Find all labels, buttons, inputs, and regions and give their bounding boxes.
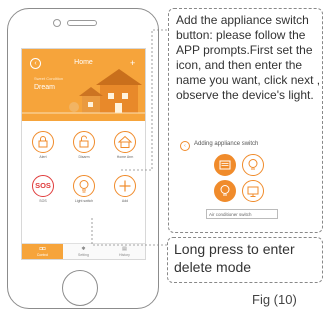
appliance-icon[interactable] — [214, 154, 236, 176]
bulb-icon[interactable] — [242, 154, 264, 176]
plus-icon[interactable] — [114, 175, 136, 197]
tab-bar: ◘◘ Control ✱ Setting ▤ History — [22, 243, 145, 259]
camera-icon — [53, 19, 61, 27]
switch-name-input[interactable]: Air conditioner switch — [206, 209, 278, 219]
mini-page-title: Adding appliance switch — [194, 141, 259, 147]
callout-delete-mode-text: Long press to enter delete mode — [174, 241, 295, 275]
header-subtitle: Sweet Condition — [34, 76, 64, 81]
tile-label-light-switch: Light switch — [74, 199, 94, 203]
back-icon[interactable]: ‹ — [180, 141, 190, 151]
history-icon: ▤ — [122, 246, 127, 252]
bulb-icon[interactable] — [73, 175, 95, 197]
tile-label-add: Add — [121, 199, 129, 203]
home-button[interactable] — [62, 270, 98, 306]
app-screen: ‹ Home + Sweet Condition Dream Alert Dis… — [21, 48, 146, 260]
plus-icon[interactable]: + — [130, 58, 135, 68]
tab-setting[interactable]: ✱ Setting — [63, 244, 104, 259]
tab-control[interactable]: ◘◘ Control — [22, 244, 63, 259]
header-name: Dream — [34, 84, 56, 91]
page-title: Home — [74, 59, 93, 66]
app-header: ‹ Home + Sweet Condition Dream — [22, 49, 145, 121]
tile-label-alert: Alert — [39, 155, 47, 159]
house-icon[interactable] — [114, 131, 136, 153]
monitor-icon[interactable] — [242, 180, 264, 202]
setting-icon: ✱ — [81, 246, 86, 252]
callout-add-switch-text: Add the appliance switch button: please … — [176, 13, 321, 102]
tile-label-home-arm: Home Arm — [116, 155, 134, 159]
speaker-grille — [67, 20, 97, 26]
control-icon: ◘◘ — [39, 246, 46, 252]
tab-history[interactable]: ▤ History — [104, 244, 145, 259]
lock-icon[interactable] — [32, 131, 54, 153]
sos-icon: SOS — [35, 181, 51, 190]
tile-label-sos: SOS — [39, 199, 47, 203]
tile-label-disarm: Disarm — [78, 155, 90, 159]
unlock-icon[interactable] — [73, 131, 95, 153]
figure-label: Fig (10) — [252, 292, 297, 307]
bulb-icon[interactable] — [214, 180, 236, 202]
sos-button[interactable]: SOS — [32, 175, 54, 197]
